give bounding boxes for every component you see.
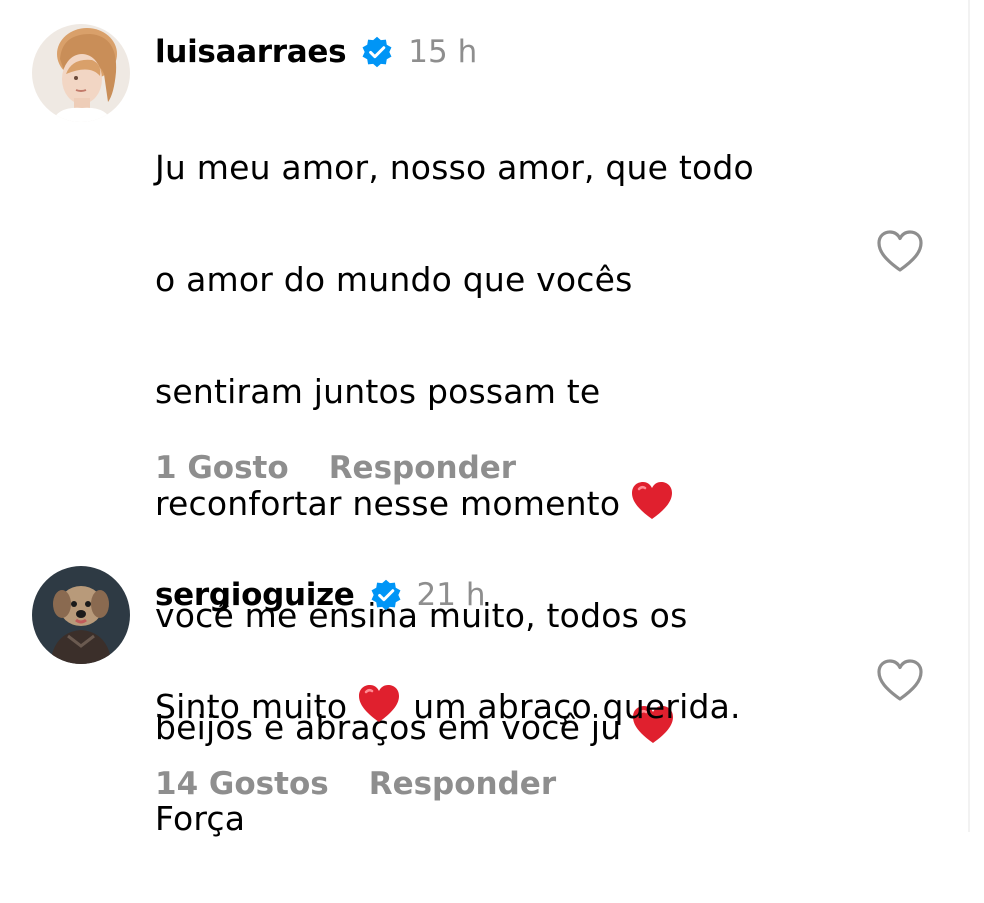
reply-button[interactable]: Responder	[369, 766, 556, 802]
comment-actions: 1 Gosto Responder	[155, 450, 516, 486]
verified-badge-icon	[362, 36, 392, 68]
verified-badge-icon	[371, 579, 400, 611]
comment-text-line: Sinto muito um abraço querida.	[155, 679, 855, 735]
avatar[interactable]	[32, 24, 130, 122]
heart-outline-icon	[877, 659, 923, 701]
red-heart-emoji-icon	[359, 685, 400, 722]
comment-username[interactable]: sergioguize	[155, 577, 355, 613]
comment-text-line: o amor do mundo que vocês	[155, 260, 633, 299]
likes-count-button[interactable]: 1 Gosto	[155, 450, 289, 486]
comment-actions: 14 Gostos Responder	[155, 766, 556, 802]
comment-timestamp[interactable]: 15 h	[408, 34, 477, 70]
comment-timestamp[interactable]: 21 h	[417, 577, 486, 613]
comment-text: Sinto muito um abraço querida. Força	[155, 623, 855, 903]
red-heart-emoji-icon	[632, 482, 673, 519]
profile-photo-icon	[32, 566, 130, 664]
heart-outline-icon	[877, 230, 923, 272]
like-comment-button[interactable]	[874, 657, 926, 705]
comment-text-segment: um abraço querida.	[413, 687, 741, 726]
comment-text-line: sentiram juntos possam te	[155, 372, 601, 411]
likes-count-button[interactable]: 14 Gostos	[155, 766, 329, 802]
profile-photo-icon	[32, 24, 130, 122]
comment-text-segment: Sinto muito	[155, 687, 348, 726]
comment-text-segment: reconfortar nesse momento	[155, 484, 621, 523]
like-comment-button[interactable]	[874, 228, 926, 276]
reply-button[interactable]: Responder	[329, 450, 516, 486]
avatar[interactable]	[32, 566, 130, 664]
scroll-edge-divider	[968, 0, 970, 832]
comment-username[interactable]: luisaarraes	[155, 34, 347, 70]
comment-text-line: Ju meu amor, nosso amor, que todo	[155, 148, 754, 187]
